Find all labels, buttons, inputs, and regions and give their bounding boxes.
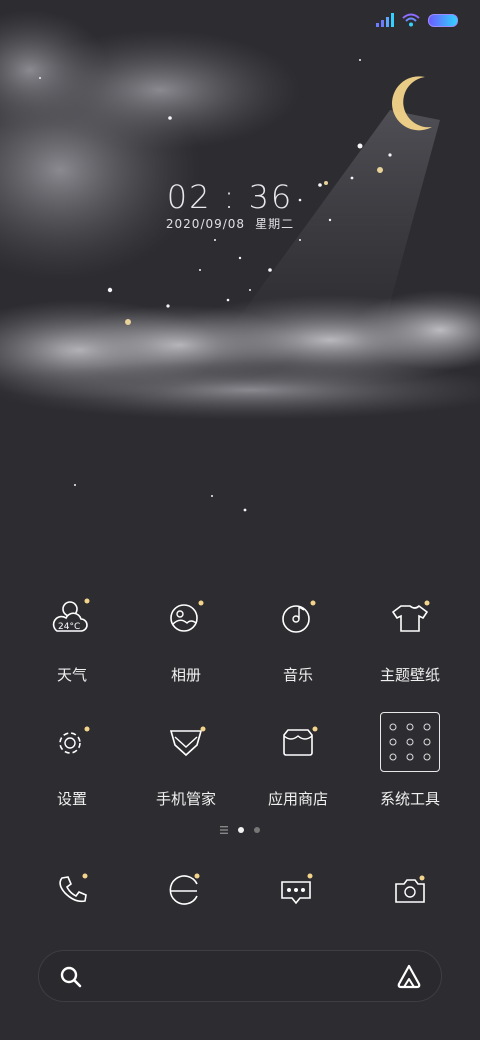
app-label: 音乐 [282,666,313,684]
music-icon [282,600,316,633]
clock-date: 2020/09/08 星期二 [0,215,460,232]
app-weather[interactable]: 24°C 天气 [12,588,132,685]
app-label: 系统工具 [379,790,440,808]
status-bar [376,10,458,30]
dock-camera[interactable] [380,860,440,920]
page-indicator[interactable] [0,826,480,834]
dock-messages[interactable] [266,860,326,920]
dock-phone[interactable] [42,860,102,920]
folder-system-tools[interactable]: 系统工具 [350,712,470,809]
search-icon[interactable] [59,965,83,989]
clock-time: 02 : 36 [166,178,294,216]
tools-folder-icon [380,712,440,772]
wifi-icon [402,13,420,27]
app-gallery[interactable]: 相册 [126,588,246,685]
app-security[interactable]: 手机管家 [126,712,246,809]
app-label: 天气 [56,666,87,684]
app-store[interactable]: 应用商店 [238,712,358,809]
date-text: 2020/09/08 [165,217,246,231]
app-settings[interactable]: 设置 [12,712,132,809]
app-store-icon [283,726,318,756]
weather-temp: 24°C [58,622,80,632]
app-label: 主题壁纸 [379,666,440,684]
app-label: 设置 [56,790,87,808]
weather-icon: 24°C [52,598,90,632]
menu-icon [220,826,228,834]
messages-icon [281,873,313,905]
browser-icon [169,873,200,905]
security-icon [169,726,206,757]
settings-icon [59,726,90,754]
app-label: 应用商店 [267,790,328,808]
phone-icon [59,873,88,903]
dock-browser[interactable] [154,860,214,920]
app-music[interactable]: 音乐 [238,588,358,685]
assistant-icon[interactable] [395,963,423,991]
gallery-icon [170,600,204,632]
app-label: 相册 [170,666,201,684]
page-dot-active[interactable] [238,827,244,833]
battery-icon [428,13,458,27]
page-dot[interactable] [254,827,260,833]
weekday-text: 星期二 [255,217,295,231]
signal-icon [376,13,394,27]
themes-icon [391,600,430,632]
search-bar[interactable] [38,950,442,1002]
app-themes[interactable]: 主题壁纸 [350,588,470,685]
camera-icon [395,875,425,903]
app-label: 手机管家 [155,790,216,808]
